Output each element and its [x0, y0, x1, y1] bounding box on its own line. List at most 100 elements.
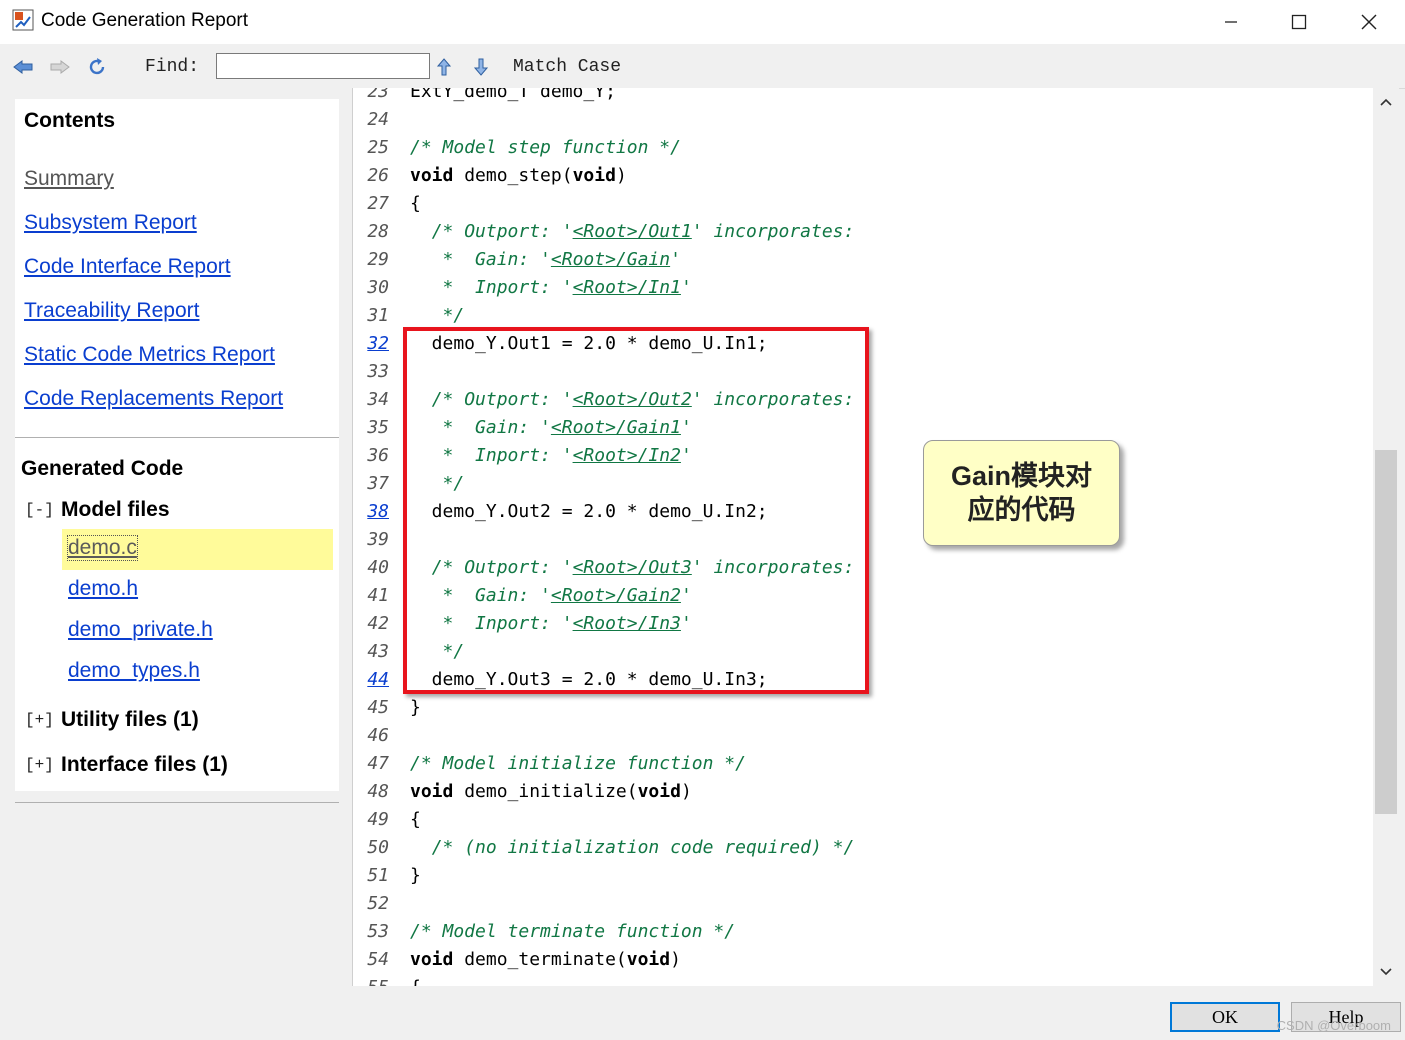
line-number-link[interactable]: 44	[367, 669, 389, 690]
code-text: /* Model terminate function */	[410, 918, 735, 946]
interface-files-toggle[interactable]: [+]	[25, 756, 54, 774]
code-replacements-report-link[interactable]: Code Replacements Report	[24, 387, 283, 411]
line-number: 24	[367, 109, 389, 130]
model-files-toggle[interactable]: [-]	[25, 501, 54, 519]
line-number[interactable]: 44	[367, 666, 389, 694]
comment-text: * Gain: '	[442, 249, 551, 270]
line-number: 28	[367, 221, 389, 242]
code-text: void demo_initialize(void)	[410, 778, 692, 806]
code-comment: /* (no initialization code required) */	[431, 837, 855, 858]
generated-code-panel: Generated Code [-] Model files demo.c de…	[15, 451, 339, 791]
line-number: 47	[367, 753, 389, 774]
code-line: 50 /* (no initialization code required) …	[353, 834, 1373, 862]
code-keyword: void	[572, 165, 616, 186]
code-text: {	[410, 806, 421, 834]
line-number: 26	[367, 165, 389, 186]
code-keyword: void	[410, 949, 454, 970]
code-line: 54 void demo_terminate(void)	[353, 946, 1373, 974]
static-code-metrics-report-link[interactable]: Static Code Metrics Report	[24, 343, 275, 367]
code-keyword: void	[637, 781, 681, 802]
file-link-demo-h[interactable]: demo.h	[68, 577, 138, 601]
model-files-label: Model files	[61, 498, 170, 521]
code-identifier: demo_step(	[453, 165, 573, 186]
line-number: 48	[367, 781, 389, 802]
line-number: 53	[367, 921, 389, 942]
code-text: void demo_terminate(void)	[410, 946, 681, 974]
code-line: 53 /* Model terminate function */	[353, 918, 1373, 946]
code-statement: }	[410, 865, 421, 886]
line-number[interactable]: 32	[367, 330, 389, 358]
comment-text: * Inport: '	[442, 277, 573, 298]
line-number: 55	[367, 974, 389, 986]
find-input[interactable]	[216, 53, 430, 79]
maximize-button[interactable]	[1276, 6, 1322, 38]
chevron-up-icon[interactable]	[1373, 88, 1399, 116]
file-link-demo-c[interactable]: demo.c	[67, 535, 138, 561]
code-identifier: demo_terminate(	[453, 949, 627, 970]
back-icon[interactable]	[11, 56, 35, 78]
line-number: 52	[367, 893, 389, 914]
code-text: {	[410, 190, 421, 218]
code-comment: */	[442, 305, 465, 326]
file-link-demo-private-h[interactable]: demo_private.h	[68, 618, 213, 642]
line-number: 45	[367, 697, 389, 718]
code-text: {	[410, 974, 421, 986]
code-text: }	[410, 862, 421, 890]
contents-panel: Contents Summary Subsystem Report Code I…	[15, 99, 339, 452]
line-number: 46	[367, 725, 389, 746]
code-text: }	[410, 694, 421, 722]
line-number: 34	[367, 389, 389, 410]
contents-heading: Contents	[24, 109, 115, 132]
find-down-icon[interactable]	[469, 56, 493, 78]
code-comment: * Inport: '<Root>/In1'	[443, 277, 692, 298]
code-keyword: void	[626, 949, 671, 970]
code-line: 52	[353, 890, 1373, 918]
line-number[interactable]: 38	[367, 498, 389, 526]
traceability-report-link[interactable]: Traceability Report	[24, 299, 199, 323]
line-number-link[interactable]: 32	[367, 333, 389, 354]
code-punctuation: )	[615, 165, 627, 186]
code-line: 26 void demo_step(void)	[353, 162, 1373, 190]
file-link-demo-types-h[interactable]: demo_types.h	[68, 659, 200, 683]
forward-icon[interactable]	[48, 56, 72, 78]
code-interface-report-link[interactable]: Code Interface Report	[24, 255, 231, 279]
line-number: 30	[367, 277, 389, 298]
line-number: 25	[367, 137, 389, 158]
line-number: 23	[367, 88, 389, 102]
utility-files-toggle[interactable]: [+]	[25, 711, 54, 729]
code-keyword: void	[410, 781, 454, 802]
code-statement: {	[410, 977, 421, 986]
block-link[interactable]: <Root>/In1	[573, 277, 681, 298]
block-link[interactable]: <Root>/Out1	[573, 221, 692, 242]
divider	[15, 437, 339, 438]
line-number: 51	[367, 865, 389, 886]
line-number: 36	[367, 445, 389, 466]
scrollbar-thumb[interactable]	[1375, 450, 1397, 814]
code-keyword: void	[410, 165, 454, 186]
refresh-icon[interactable]	[85, 56, 109, 78]
find-up-icon[interactable]	[432, 56, 456, 78]
chevron-down-icon[interactable]	[1373, 958, 1399, 986]
minimize-button[interactable]	[1208, 6, 1254, 38]
watermark: CSDN @Overboom	[1276, 1018, 1391, 1033]
code-identifier: demo_initialize(	[453, 781, 638, 802]
line-number: 27	[367, 193, 389, 214]
line-number: 41	[367, 585, 389, 606]
code-line: 51}	[353, 862, 1373, 890]
summary-link[interactable]: Summary	[24, 167, 114, 191]
block-link[interactable]: <Root>/Gain	[551, 249, 670, 270]
line-number: 37	[367, 473, 389, 494]
ok-button[interactable]: OK	[1170, 1002, 1280, 1032]
subsystem-report-link[interactable]: Subsystem Report	[24, 211, 197, 235]
line-number: 43	[367, 641, 389, 662]
vertical-scrollbar[interactable]	[1373, 88, 1399, 986]
line-number-link[interactable]: 38	[367, 501, 389, 522]
code-comment: /* Model step function */	[410, 137, 681, 158]
code-line: 55 {	[353, 974, 1373, 986]
close-button[interactable]	[1346, 6, 1392, 38]
code-line: 49 {	[353, 806, 1373, 834]
match-case-toggle[interactable]: Match Case	[513, 57, 621, 77]
divider	[15, 802, 339, 803]
